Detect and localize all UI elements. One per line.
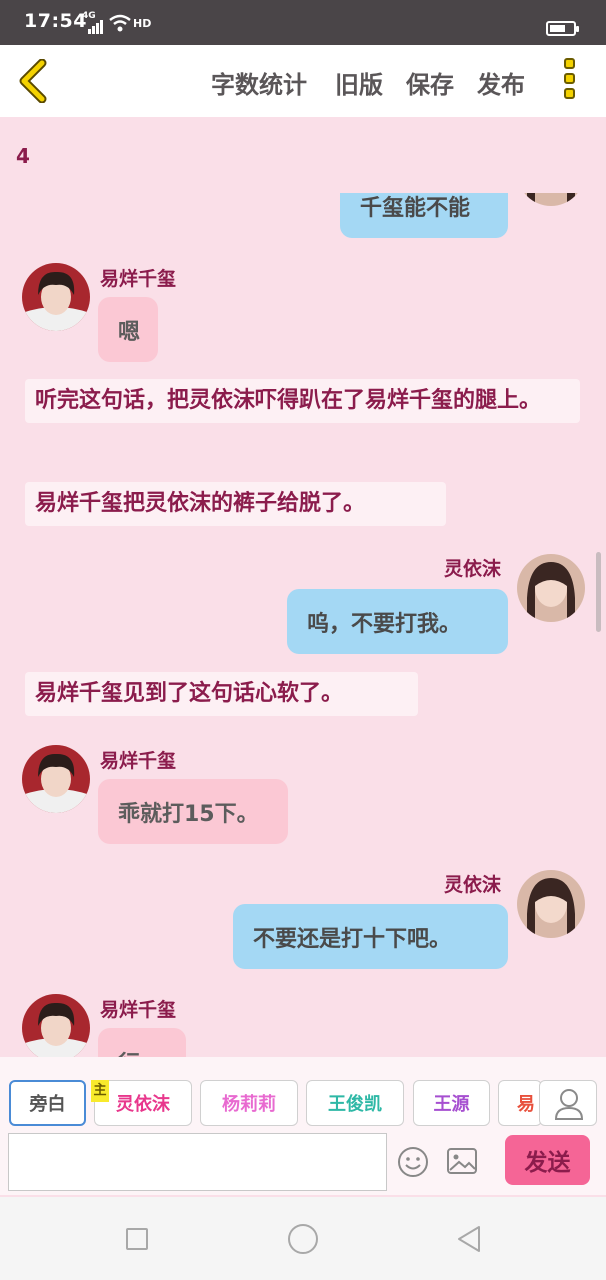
home-icon[interactable] — [288, 1224, 318, 1254]
message-bubble-left[interactable]: 嗯 — [98, 297, 158, 362]
clock: 17:54 — [24, 10, 87, 32]
speaker-name: 灵依沫 — [444, 874, 502, 896]
avatar-yiyangqianxi — [22, 994, 90, 1057]
speaker-name: 易烊千玺 — [100, 268, 177, 290]
speaker-name: 易烊千玺 — [100, 999, 177, 1021]
signal-icon — [88, 20, 104, 34]
scrollbar[interactable] — [596, 552, 601, 632]
wifi-icon — [109, 14, 131, 32]
battery-fill — [550, 25, 565, 32]
message-bubble-right[interactable]: 千玺能不能 — [340, 193, 508, 238]
old-version-button[interactable]: 旧版 — [335, 65, 383, 100]
save-button[interactable]: 保存 — [406, 65, 454, 100]
user-icon[interactable] — [539, 1080, 597, 1126]
message-bubble-right[interactable]: 不要还是打十下吧。 — [233, 904, 508, 969]
message-bubble-left[interactable]: 乖就打15下。 — [98, 779, 288, 844]
role-chip-wangjunkai[interactable]: 王俊凯 — [306, 1080, 404, 1126]
word-count-button[interactable]: 字数统计 — [211, 65, 307, 100]
editor-toolbar: 字数统计 旧版 保存 发布 — [0, 45, 606, 117]
publish-button[interactable]: 发布 — [477, 65, 525, 100]
avatar-lingyimo — [517, 193, 585, 206]
main-role-badge: 主 — [91, 1080, 109, 1102]
hd-label: HD — [133, 17, 152, 30]
system-nav-bar — [0, 1197, 606, 1280]
message-bubble-left[interactable]: 行 — [98, 1028, 186, 1057]
role-chip-yiyangqianxi[interactable]: 易 — [498, 1080, 542, 1126]
narration-block[interactable]: 易烊千玺见到了这句话心软了。 — [25, 672, 418, 716]
narration-block[interactable]: 易烊千玺把灵依沫的裤子给脱了。 — [25, 482, 446, 526]
avatar-lingyimo — [517, 554, 585, 622]
chevron-left-icon[interactable] — [16, 59, 48, 103]
chapter-number: 4 — [16, 144, 30, 168]
back-triangle-icon[interactable] — [455, 1224, 483, 1254]
speaker-name: 易烊千玺 — [100, 750, 177, 772]
role-chip-wangyuan[interactable]: 王源 — [413, 1080, 490, 1126]
message-bubble-right[interactable]: 呜，不要打我。 — [287, 589, 508, 654]
story-content: 千玺能不能 易烊千玺 嗯 听完这句话，把灵依沫吓得趴在了易烊千玺的腿上。 易烊千… — [0, 193, 606, 1057]
avatar-yiyangqianxi — [22, 263, 90, 331]
emoji-icon[interactable] — [397, 1146, 429, 1178]
speaker-name: 灵依沫 — [444, 558, 502, 580]
battery-icon — [546, 21, 579, 36]
narration-block[interactable]: 听完这句话，把灵依沫吓得趴在了易烊千玺的腿上。 — [25, 379, 580, 423]
status-bar: 17:54 4G HD — [0, 0, 606, 45]
role-chip-yanglili[interactable]: 杨莉莉 — [200, 1080, 298, 1126]
avatar-lingyimo — [517, 870, 585, 938]
image-icon[interactable] — [446, 1147, 478, 1175]
more-vertical-icon[interactable] — [562, 58, 582, 106]
recent-apps-icon[interactable] — [126, 1228, 148, 1250]
role-chip-narrator[interactable]: 旁白 — [9, 1080, 86, 1126]
message-input[interactable] — [8, 1133, 387, 1191]
send-button[interactable]: 发送 — [505, 1135, 590, 1185]
avatar-yiyangqianxi — [22, 745, 90, 813]
